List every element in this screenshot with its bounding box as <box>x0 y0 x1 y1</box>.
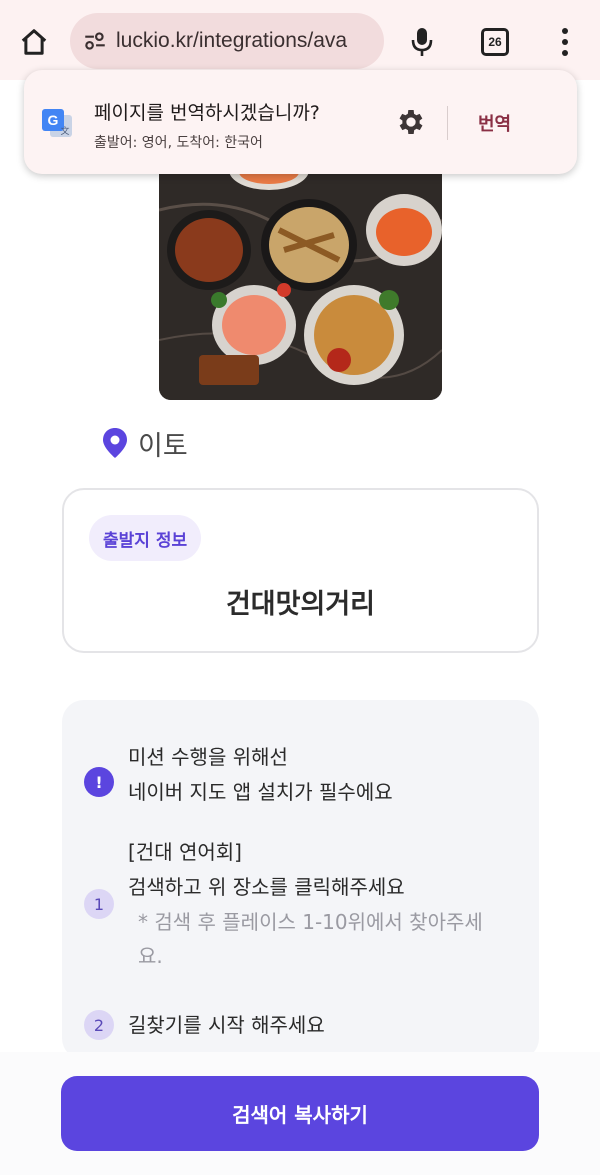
tabs-icon[interactable]: 26 <box>481 28 509 56</box>
site-settings-icon[interactable] <box>82 28 108 54</box>
departure-card: 출발지 정보 건대맛의거리 <box>62 488 539 653</box>
step-row: 2 길찾기를 시작 해주세요 <box>84 1008 325 1043</box>
step-note: 요. <box>138 944 163 968</box>
mission-info-box: ! 미션 수행을 위해선 네이버 지도 앱 설치가 필수에요 1 [건대 연어회… <box>62 700 539 1060</box>
translate-button[interactable]: 번역 <box>478 110 511 136</box>
step-number: 1 <box>84 889 114 919</box>
alert-icon: ! <box>84 767 114 797</box>
translate-title: 페이지를 번역하시겠습니까? <box>94 102 320 124</box>
step-note: * 검색 후 플레이스 1-10위에서 찾아주세 <box>138 910 483 934</box>
step-line: 길찾기를 시작 해주세요 <box>128 1013 325 1037</box>
translate-popup: G 文 페이지를 번역하시겠습니까? 출발어: 영어, 도착어: 한국어 번역 <box>24 70 577 174</box>
more-vert-icon[interactable] <box>550 22 580 62</box>
step-number: 2 <box>84 1010 114 1040</box>
departure-name: 건대맛의거리 <box>225 589 376 620</box>
home-icon[interactable] <box>14 22 54 62</box>
gear-icon[interactable] <box>395 106 427 138</box>
notice-line: 네이버 지도 앱 설치가 필수에요 <box>128 780 393 804</box>
notice-line: 미션 수행을 위해선 <box>128 745 288 769</box>
svg-text:G: G <box>48 112 59 128</box>
url-text: luckio.kr/integrations/ava <box>116 29 348 52</box>
place-name: 이토 <box>138 430 188 462</box>
step-line: [건대 연어회] <box>128 840 242 864</box>
notice-row: ! 미션 수행을 위해선 네이버 지도 앱 설치가 필수에요 <box>84 740 393 810</box>
place-name-row: 이토 <box>102 423 188 463</box>
google-translate-icon: G 文 <box>42 109 72 137</box>
copy-search-term-button[interactable]: 검색어 복사하기 <box>61 1076 539 1151</box>
departure-badge: 출발지 정보 <box>89 515 202 561</box>
mic-icon[interactable] <box>404 22 440 62</box>
translate-languages: 출발어: 영어, 도착어: 한국어 <box>94 135 263 151</box>
address-bar[interactable]: luckio.kr/integrations/ava <box>70 13 384 69</box>
browser-toolbar: luckio.kr/integrations/ava 26 <box>0 0 600 80</box>
place-image <box>159 150 442 400</box>
step-line: 검색하고 위 장소를 클릭해주세요 <box>128 875 405 899</box>
step-row: 1 [건대 연어회] 검색하고 위 장소를 클릭해주세요 * 검색 후 플레이스… <box>84 835 483 973</box>
svg-text:文: 文 <box>60 125 69 137</box>
map-pin-icon <box>103 428 127 458</box>
translate-divider <box>447 106 448 140</box>
